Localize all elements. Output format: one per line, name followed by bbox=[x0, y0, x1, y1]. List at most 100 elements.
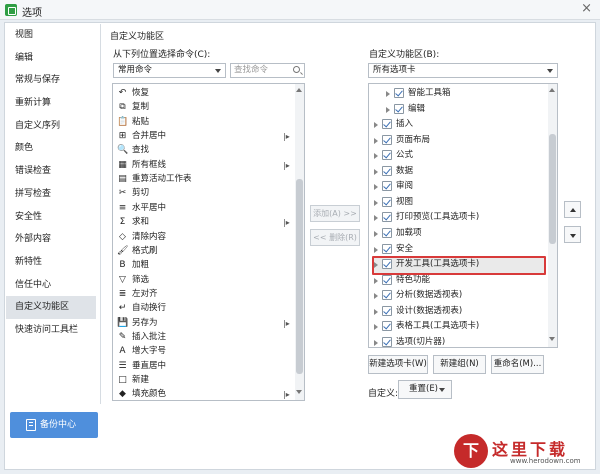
expand-arrow-icon[interactable] bbox=[386, 91, 390, 97]
checkbox[interactable] bbox=[382, 336, 392, 347]
new-group-button[interactable]: 新建组(N) bbox=[433, 355, 486, 374]
command-item[interactable]: ☰ 垂直居中 bbox=[117, 359, 292, 374]
command-item[interactable]: 🔍 查找 bbox=[117, 143, 292, 158]
expand-arrow-icon[interactable] bbox=[374, 277, 378, 284]
ribbon-tree[interactable]: 智能工具箱 编辑 插入 页面布局 公式 数据 审阅 视图 打印预览(工具选项卡) 加载项 安全 开发工… bbox=[368, 83, 558, 348]
command-item[interactable]: ✂ 剪切 bbox=[117, 186, 292, 201]
command-item[interactable]: 🖌 格式刷 bbox=[117, 244, 292, 259]
expand-arrow-icon[interactable] bbox=[374, 122, 378, 129]
expand-arrow-icon[interactable] bbox=[374, 153, 378, 160]
command-item[interactable]: ≡ 水平居中 bbox=[117, 201, 292, 216]
ribbon-tab-node[interactable]: 智能工具箱 bbox=[386, 86, 556, 102]
rename-button[interactable]: 重命名(M)... bbox=[491, 355, 544, 374]
expand-arrow-icon[interactable] bbox=[374, 184, 378, 191]
command-item[interactable]: ≣ 左对齐 bbox=[117, 287, 292, 302]
checkbox[interactable] bbox=[382, 134, 392, 145]
command-item[interactable]: ▤ 重算活动工作表 bbox=[117, 172, 292, 187]
command-item[interactable]: ◆ 填充颜色 |▸ bbox=[117, 387, 292, 400]
ribbon-tab-node[interactable]: 特色功能 bbox=[374, 273, 544, 289]
sidebar-item[interactable]: 视图 bbox=[6, 24, 96, 47]
expand-arrow-icon[interactable] bbox=[374, 215, 378, 222]
checkbox[interactable] bbox=[382, 243, 392, 254]
move-down-button[interactable] bbox=[564, 226, 581, 243]
expand-arrow-icon[interactable] bbox=[374, 262, 378, 269]
checkbox[interactable] bbox=[382, 196, 392, 207]
checkbox[interactable] bbox=[382, 181, 392, 192]
ribbon-tab-node[interactable]: 插入 bbox=[374, 117, 544, 133]
checkbox[interactable] bbox=[382, 290, 392, 301]
ribbon-scope-select[interactable]: 所有选项卡 bbox=[368, 63, 558, 78]
ribbon-tab-node[interactable]: 审阅 bbox=[374, 179, 544, 195]
checkbox[interactable] bbox=[382, 227, 392, 238]
checkbox[interactable] bbox=[382, 321, 392, 332]
remove-button[interactable]: << 删除(R) bbox=[310, 229, 360, 246]
ribbon-tree-scrollbar[interactable] bbox=[548, 84, 557, 347]
sidebar-item[interactable]: 编辑 bbox=[6, 47, 96, 70]
ribbon-tab-node[interactable]: 页面布局 bbox=[374, 133, 544, 149]
command-item[interactable]: ↵ 自动换行 bbox=[117, 301, 292, 316]
command-item[interactable]: 💾 另存为 |▸ bbox=[117, 316, 292, 331]
checkbox[interactable] bbox=[382, 150, 392, 161]
sidebar-item[interactable]: 常规与保存 bbox=[6, 69, 96, 92]
expand-arrow-icon[interactable] bbox=[374, 199, 378, 206]
ribbon-tab-node[interactable]: 加载项 bbox=[374, 226, 544, 242]
close-icon[interactable]: × bbox=[581, 2, 592, 16]
scroll-down-icon[interactable] bbox=[549, 337, 555, 341]
expand-arrow-icon[interactable] bbox=[374, 230, 378, 237]
expand-arrow-icon[interactable] bbox=[374, 293, 378, 300]
command-search-input[interactable]: 查找命令 bbox=[230, 63, 305, 78]
command-list[interactable]: ↶ 恢复 ⧉ 复制 📋 粘贴 ⊞ 合并居中 |▸ 🔍 查找 ▦ 所有框线 |▸ ▤ 重算活动工作表 ✂ 剪切 ≡ 水平… bbox=[112, 83, 305, 401]
expand-arrow-icon[interactable] bbox=[374, 168, 378, 175]
sidebar-item[interactable]: 拼写检查 bbox=[6, 183, 96, 206]
sidebar-item[interactable]: 自定义序列 bbox=[6, 115, 96, 138]
command-item[interactable]: B 加粗 bbox=[117, 258, 292, 273]
command-item[interactable]: Σ 求和 |▸ bbox=[117, 215, 292, 230]
ribbon-tab-node[interactable]: 分析(数据透视表) bbox=[374, 288, 544, 304]
expand-arrow-icon[interactable] bbox=[374, 308, 378, 315]
checkbox[interactable] bbox=[382, 259, 392, 270]
sidebar-item[interactable]: 错误检查 bbox=[6, 160, 96, 183]
expand-arrow-icon[interactable] bbox=[374, 246, 378, 253]
ribbon-tab-node[interactable]: 公式 bbox=[374, 148, 544, 164]
checkbox[interactable] bbox=[382, 212, 392, 223]
command-item[interactable]: ▽ 筛选 bbox=[117, 273, 292, 288]
sidebar-item[interactable]: 外部内容 bbox=[6, 228, 96, 251]
ribbon-tab-node[interactable]: 表格工具(工具选项卡) bbox=[374, 319, 544, 335]
command-source-select[interactable]: 常用命令 bbox=[113, 63, 226, 78]
sidebar-item[interactable]: 自定义功能区 bbox=[6, 296, 96, 319]
sidebar-item[interactable]: 重新计算 bbox=[6, 92, 96, 115]
checkbox[interactable] bbox=[382, 274, 392, 285]
expand-arrow-icon[interactable] bbox=[374, 339, 378, 346]
command-list-scrollbar[interactable] bbox=[295, 84, 304, 400]
scroll-thumb[interactable] bbox=[549, 134, 556, 244]
new-tab-button[interactable]: 新建选项卡(W) bbox=[368, 355, 428, 374]
scroll-up-icon[interactable] bbox=[296, 88, 302, 92]
command-item[interactable]: ▦ 所有框线 |▸ bbox=[117, 158, 292, 173]
checkbox[interactable] bbox=[382, 119, 392, 130]
checkbox[interactable] bbox=[394, 103, 404, 114]
command-item[interactable]: 📋 粘贴 bbox=[117, 115, 292, 130]
command-item[interactable]: □ 新建 bbox=[117, 373, 292, 388]
scroll-down-icon[interactable] bbox=[296, 390, 302, 394]
command-item[interactable]: ✎ 插入批注 bbox=[117, 330, 292, 345]
command-item[interactable]: ↶ 恢复 bbox=[117, 86, 292, 101]
ribbon-tab-node[interactable]: 打印预览(工具选项卡) bbox=[374, 210, 544, 226]
checkbox[interactable] bbox=[394, 88, 404, 98]
checkbox[interactable] bbox=[382, 305, 392, 316]
sidebar-item[interactable]: 信任中心 bbox=[6, 274, 96, 297]
sidebar-item[interactable]: 安全性 bbox=[6, 206, 96, 229]
ribbon-tab-node[interactable]: 视图 bbox=[374, 195, 544, 211]
backup-center-button[interactable]: 备份中心 bbox=[10, 412, 98, 438]
ribbon-tab-node[interactable]: 数据 bbox=[374, 164, 544, 180]
command-item[interactable]: ◇ 清除内容 bbox=[117, 230, 292, 245]
expand-arrow-icon[interactable] bbox=[374, 137, 378, 144]
move-up-button[interactable] bbox=[564, 201, 581, 218]
expand-arrow-icon[interactable] bbox=[386, 106, 390, 113]
ribbon-tab-node[interactable]: 选项(切片器) bbox=[374, 335, 544, 347]
ribbon-tab-node[interactable]: 编辑 bbox=[386, 102, 556, 118]
command-item[interactable]: ⊞ 合并居中 |▸ bbox=[117, 129, 292, 144]
ribbon-tab-node[interactable]: 安全 bbox=[374, 242, 544, 258]
command-item[interactable]: A 增大字号 bbox=[117, 344, 292, 359]
ribbon-tab-node[interactable]: 开发工具(工具选项卡) bbox=[374, 257, 544, 273]
command-item[interactable]: ⧉ 复制 bbox=[117, 100, 292, 115]
